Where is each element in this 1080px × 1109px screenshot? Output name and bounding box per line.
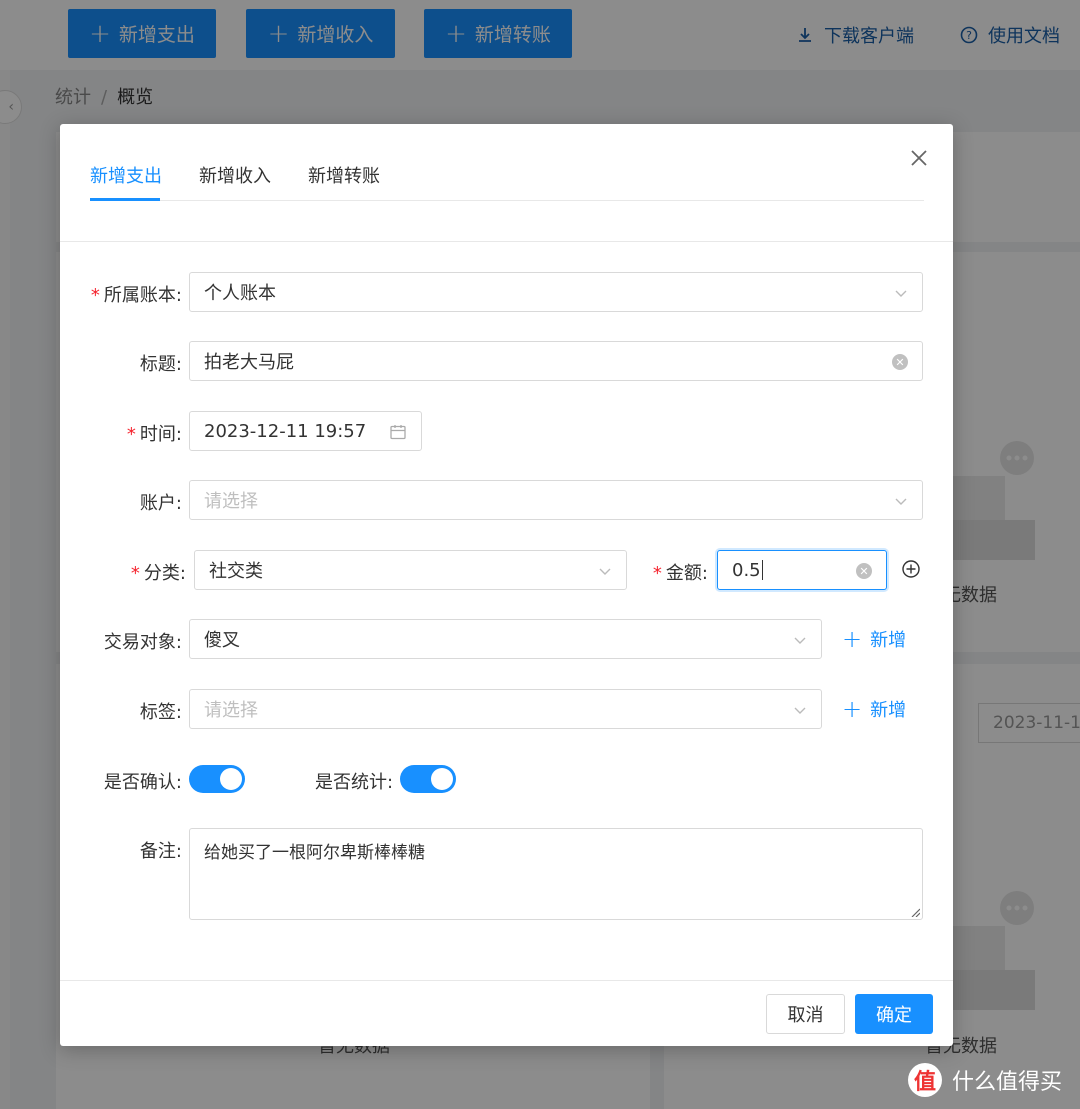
add-counterparty-label: 新增 [870, 630, 907, 651]
counted-label: 是否统计: [315, 772, 394, 793]
category-value: 社交类 [209, 561, 263, 582]
calendar-icon [390, 425, 406, 440]
clear-icon[interactable]: ✕ [892, 354, 908, 370]
active-tab-indicator [90, 198, 160, 201]
text-caret [761, 560, 763, 580]
required-mark: * [130, 563, 140, 584]
book-value: 个人账本 [204, 283, 276, 304]
title-label: 标题: [139, 354, 182, 375]
required-mark: * [126, 424, 136, 445]
chevron-down-icon [599, 568, 611, 575]
tab-expense[interactable]: 新增支出 [90, 162, 162, 188]
record-type-tabs: 新增支出 新增收入 新增转账 [90, 124, 924, 201]
switch-knob [220, 768, 242, 790]
category-select[interactable]: 社交类 [194, 550, 627, 590]
counterparty-label: 交易对象: [103, 632, 182, 653]
add-tag-label: 新增 [870, 700, 907, 721]
counted-switch[interactable] [400, 765, 456, 793]
add-tag-link[interactable]: + 新增 [842, 696, 906, 722]
divider [60, 241, 953, 242]
tab-income[interactable]: 新增收入 [199, 162, 271, 188]
counterparty-value: 傻叉 [204, 630, 240, 651]
title-input[interactable]: 拍老大马屁 ✕ [189, 341, 923, 381]
chevron-down-icon [794, 637, 806, 644]
note-textarea[interactable]: 给她买了一根阿尔卑斯棒棒糖 [189, 828, 923, 920]
plus-icon: + [842, 695, 863, 723]
plus-circle-icon[interactable] [901, 559, 921, 579]
add-counterparty-link[interactable]: + 新增 [842, 626, 906, 652]
account-label: 账户: [139, 493, 182, 514]
watermark-text: 什么值得买 [952, 1070, 1063, 1095]
time-value: 2023-12-11 19:57 [204, 420, 367, 442]
book-select[interactable]: 个人账本 [189, 272, 923, 312]
chevron-down-icon [895, 290, 907, 297]
account-select[interactable]: 请选择 [189, 480, 923, 520]
divider [60, 980, 953, 981]
time-picker[interactable]: 2023-12-11 19:57 [189, 411, 422, 451]
confirmed-label: 是否确认: [103, 772, 182, 793]
amount-value: 0.5 [732, 559, 761, 581]
tags-placeholder: 请选择 [204, 700, 258, 721]
watermark: 值 什么值得买 [908, 1063, 1062, 1097]
note-value: 给她买了一根阿尔卑斯棒棒糖 [204, 843, 425, 863]
title-value: 拍老大马屁 [204, 352, 294, 373]
required-mark: * [652, 563, 662, 584]
chevron-down-icon [794, 707, 806, 714]
confirm-button[interactable]: 确定 [855, 994, 933, 1034]
amount-label: * 金额: [652, 563, 708, 584]
watermark-logo-icon: 值 [908, 1063, 942, 1097]
tags-label: 标签: [139, 702, 182, 723]
tags-select[interactable]: 请选择 [189, 689, 822, 729]
time-label: * 时间: [126, 424, 182, 445]
add-record-dialog: 新增支出 新增收入 新增转账 * 所属账本: 个人账本 标题: 拍老大马屁 ✕ *… [60, 124, 953, 1046]
category-label: * 分类: [130, 563, 186, 584]
cancel-button[interactable]: 取消 [766, 994, 845, 1034]
required-mark: * [90, 285, 100, 306]
confirmed-switch[interactable] [189, 765, 245, 793]
tab-transfer[interactable]: 新增转账 [308, 162, 380, 188]
account-placeholder: 请选择 [204, 491, 258, 512]
plus-icon: + [842, 625, 863, 653]
counterparty-select[interactable]: 傻叉 [189, 619, 822, 659]
note-label: 备注: [139, 841, 182, 862]
resize-handle-icon[interactable] [910, 907, 920, 917]
clear-icon[interactable]: ✕ [856, 563, 872, 579]
book-label: * 所属账本: [90, 285, 182, 306]
chevron-down-icon [895, 498, 907, 505]
amount-input[interactable]: 0.5 ✕ [717, 550, 887, 590]
switch-knob [431, 768, 453, 790]
